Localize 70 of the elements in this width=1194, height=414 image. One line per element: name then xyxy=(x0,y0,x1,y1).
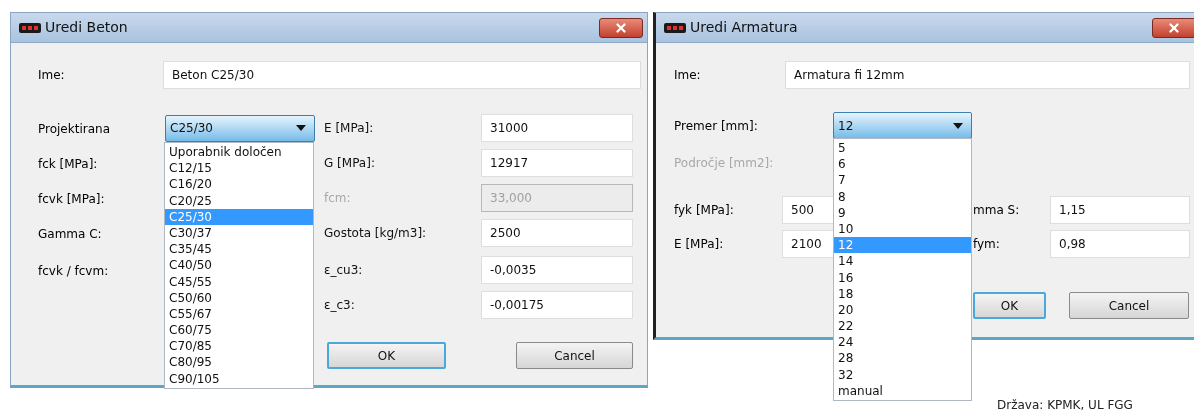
dropdown-option[interactable]: 22 xyxy=(834,318,971,335)
text-field[interactable]: 31000 xyxy=(481,114,633,142)
dialog-button[interactable]: Cancel xyxy=(1069,292,1189,319)
close-icon xyxy=(1167,20,1181,35)
dropdown-option[interactable]: C35/45 xyxy=(165,241,313,258)
close-button[interactable] xyxy=(1152,17,1194,38)
field-label: E [MPa]: xyxy=(674,236,725,253)
close-button[interactable] xyxy=(599,17,643,38)
field-label: fym: xyxy=(973,236,1001,253)
status-text: Država: KPMK, UL FGG xyxy=(997,397,1133,414)
field-label: Gamma C: xyxy=(38,227,102,241)
dropdown-option[interactable]: C20/25 xyxy=(165,192,313,209)
dropdown-option[interactable]: Uporabnik določen xyxy=(165,144,313,161)
text-field[interactable]: -0,0035 xyxy=(481,256,633,284)
app-logo-icon xyxy=(664,22,686,33)
field-label: Premer [mm]: xyxy=(674,117,759,135)
text-field[interactable]: 0,98 xyxy=(1050,230,1190,258)
dropdown-option[interactable]: C40/50 xyxy=(165,257,313,274)
field-label: fcvk [MPa]: xyxy=(38,192,105,206)
dropdown-option[interactable]: 7 xyxy=(834,172,971,189)
dropdown-option[interactable]: C60/75 xyxy=(165,322,313,339)
dropdown-option[interactable]: C12/15 xyxy=(165,160,313,177)
dropdown-option[interactable]: 18 xyxy=(834,285,971,302)
text-field[interactable]: -0,00175 xyxy=(481,291,633,319)
field-label: ε_c3: xyxy=(324,297,356,314)
dropdown-option[interactable]: C45/55 xyxy=(165,273,313,290)
text-field[interactable]: 1,15 xyxy=(1050,196,1190,224)
dropdown-option[interactable]: 20 xyxy=(834,301,971,319)
field-label: mma S: xyxy=(973,202,1021,219)
name-field[interactable]: Beton C25/30 xyxy=(163,61,641,89)
field-label: E [MPa]: xyxy=(324,120,375,137)
dropdown-option[interactable]: manual xyxy=(834,382,971,399)
dropdown-option[interactable]: C90/105 xyxy=(165,370,313,387)
field-label: Projektirana xyxy=(38,122,110,136)
caret-down-icon xyxy=(953,122,963,129)
dropdown-option[interactable]: C30/37 xyxy=(165,224,313,242)
dropdown-option[interactable]: 32 xyxy=(834,366,971,383)
text-field[interactable]: 2500 xyxy=(481,219,633,247)
dropdown-option[interactable]: 5 xyxy=(834,140,971,157)
dropdown-option[interactable]: C16/20 xyxy=(165,176,313,193)
field-label: G [MPa]: xyxy=(324,155,376,172)
field-label: Ime: xyxy=(38,67,66,84)
dialog-button[interactable]: OK xyxy=(327,342,446,369)
field-label: fcm: xyxy=(324,190,352,207)
name-field[interactable]: Armatura fi 12mm xyxy=(785,61,1190,89)
dropdown-option[interactable]: 6 xyxy=(834,156,971,173)
dropdown-option[interactable]: C50/60 xyxy=(165,289,313,306)
dropdown-option[interactable]: C55/67 xyxy=(165,305,313,323)
dropdown-option[interactable]: 16 xyxy=(834,269,971,286)
dropdown-select[interactable]: C25/30 xyxy=(165,114,315,142)
field-label: Področje [mm2]: xyxy=(674,155,774,172)
dialog-button[interactable]: Cancel xyxy=(516,342,633,369)
dialog-button[interactable]: OK xyxy=(973,292,1046,319)
dropdown-option[interactable]: C70/85 xyxy=(165,338,313,355)
field-label: Ime: xyxy=(674,67,702,84)
dropdown-option[interactable]: C80/95 xyxy=(165,354,313,371)
field-label: fck [MPa]: xyxy=(38,157,98,171)
text-field[interactable]: 12917 xyxy=(481,149,633,177)
field-label: fyk [MPa]: xyxy=(674,202,735,219)
dropdown-option[interactable]: 24 xyxy=(834,334,971,351)
caret-down-icon xyxy=(296,125,306,131)
close-icon xyxy=(614,20,628,35)
app-logo-icon xyxy=(19,22,41,33)
dropdown-select[interactable]: 12 xyxy=(833,112,972,139)
dropdown-option[interactable]: 28 xyxy=(834,350,971,367)
window-title: Uredi Beton xyxy=(45,18,128,37)
window-title: Uredi Armatura xyxy=(690,18,798,37)
field-label: fcvk / fcvm: xyxy=(38,264,109,278)
field-label: Gostota [kg/m3]: xyxy=(324,225,428,242)
field-label: ε_cu3: xyxy=(324,262,364,279)
